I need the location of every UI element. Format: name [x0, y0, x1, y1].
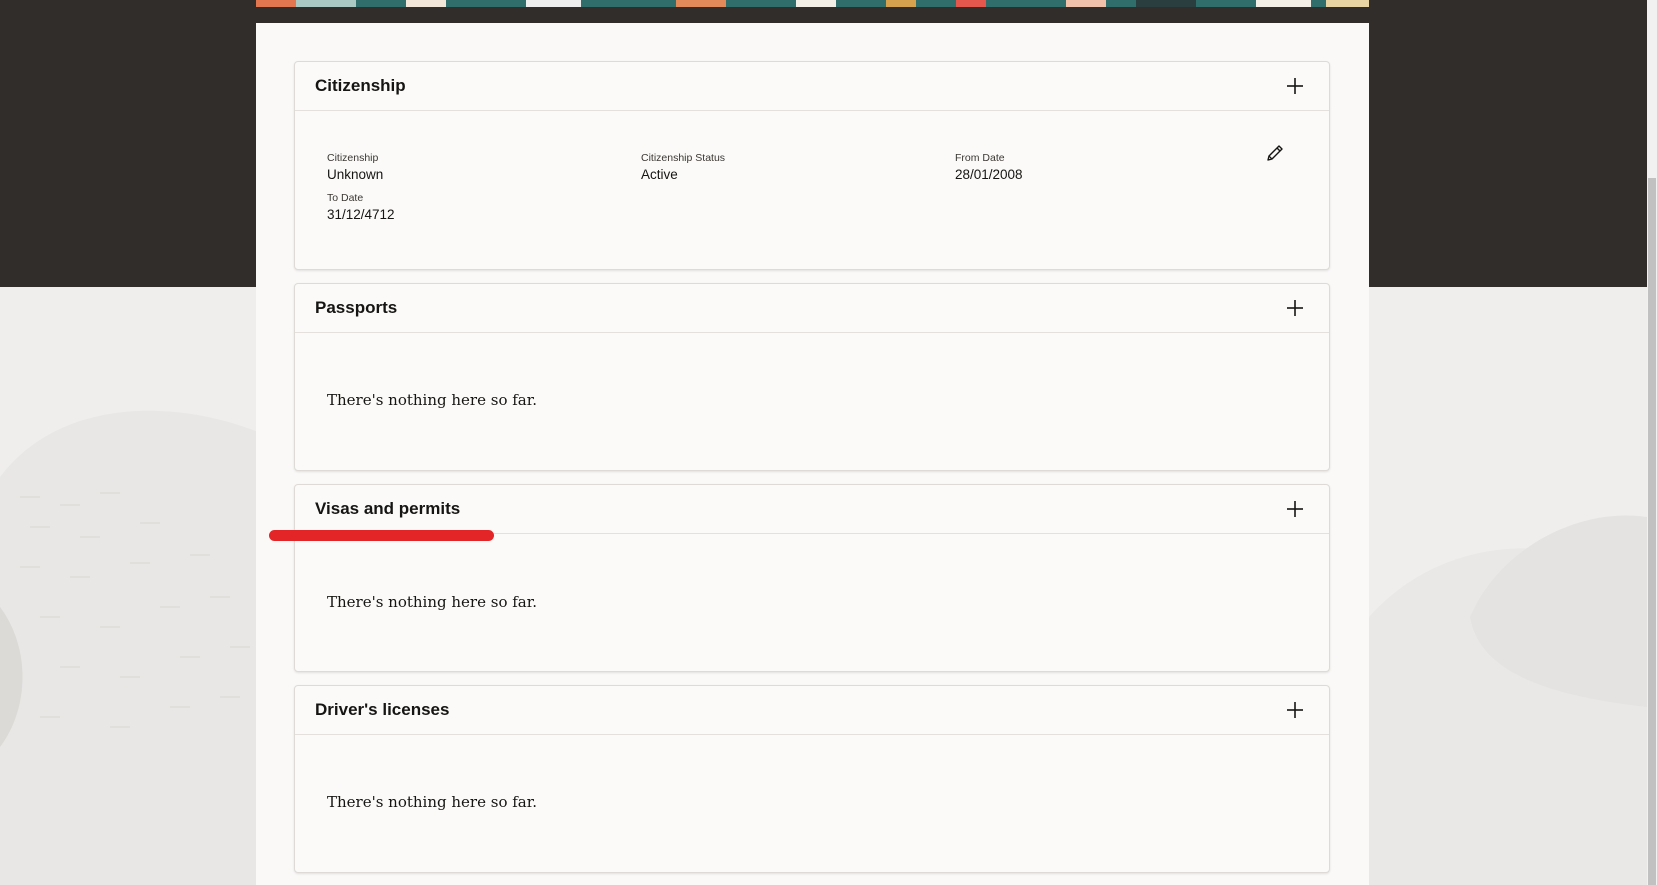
vertical-scrollbar[interactable] — [1647, 0, 1657, 885]
to-date-field: To Date 31/12/4712 — [327, 193, 395, 221]
visas-title: Visas and permits — [315, 499, 461, 518]
pencil-icon — [1267, 145, 1283, 161]
passports-card-header: Passports — [295, 284, 1329, 333]
visas-card: Visas and permits There's nothing here s… — [294, 484, 1330, 672]
from-date-label: From Date — [955, 152, 1005, 164]
from-date-field: From Date 28/01/2008 — [955, 153, 1023, 181]
plus-icon — [1287, 702, 1303, 718]
passports-empty-message: There's nothing here so far. — [327, 391, 538, 409]
scrollbar-thumb[interactable] — [1648, 178, 1656, 885]
plus-icon — [1287, 78, 1303, 94]
edit-citizenship-button[interactable] — [1263, 141, 1287, 165]
citizenship-title: Citizenship — [315, 76, 406, 95]
plus-icon — [1287, 300, 1303, 316]
add-drivers-license-button[interactable] — [1281, 696, 1309, 724]
passports-card: Passports There's nothing here so far. — [294, 283, 1330, 471]
citizenship-status-value: Active — [641, 166, 678, 182]
citizenship-card-header: Citizenship — [295, 62, 1329, 111]
drivers-licenses-card: Driver's licenses There's nothing here s… — [294, 685, 1330, 873]
citizenship-value: Unknown — [327, 166, 384, 182]
visas-empty-message: There's nothing here so far. — [327, 593, 538, 611]
plus-icon — [1287, 501, 1303, 517]
citizenship-card: Citizenship Citizenship Unknown Citizens… — [294, 61, 1330, 270]
visas-card-header: Visas and permits — [295, 485, 1329, 534]
drivers-licenses-empty-message: There's nothing here so far. — [327, 793, 538, 811]
add-citizenship-button[interactable] — [1281, 72, 1309, 100]
citizenship-status-field: Citizenship Status Active — [641, 153, 725, 181]
add-passport-button[interactable] — [1281, 294, 1309, 322]
red-underline-annotation — [269, 530, 494, 541]
passports-title: Passports — [315, 298, 398, 317]
to-date-label: To Date — [327, 192, 364, 204]
from-date-value: 28/01/2008 — [955, 166, 1023, 182]
header-banner-art — [256, 0, 1369, 7]
citizenship-label: Citizenship — [327, 152, 379, 164]
drivers-licenses-card-header: Driver's licenses — [295, 686, 1329, 735]
citizenship-field: Citizenship Unknown — [327, 153, 383, 181]
drivers-licenses-title: Driver's licenses — [315, 700, 450, 719]
add-visa-button[interactable] — [1281, 495, 1309, 523]
to-date-value: 31/12/4712 — [327, 206, 395, 222]
citizenship-status-label: Citizenship Status — [641, 152, 726, 164]
